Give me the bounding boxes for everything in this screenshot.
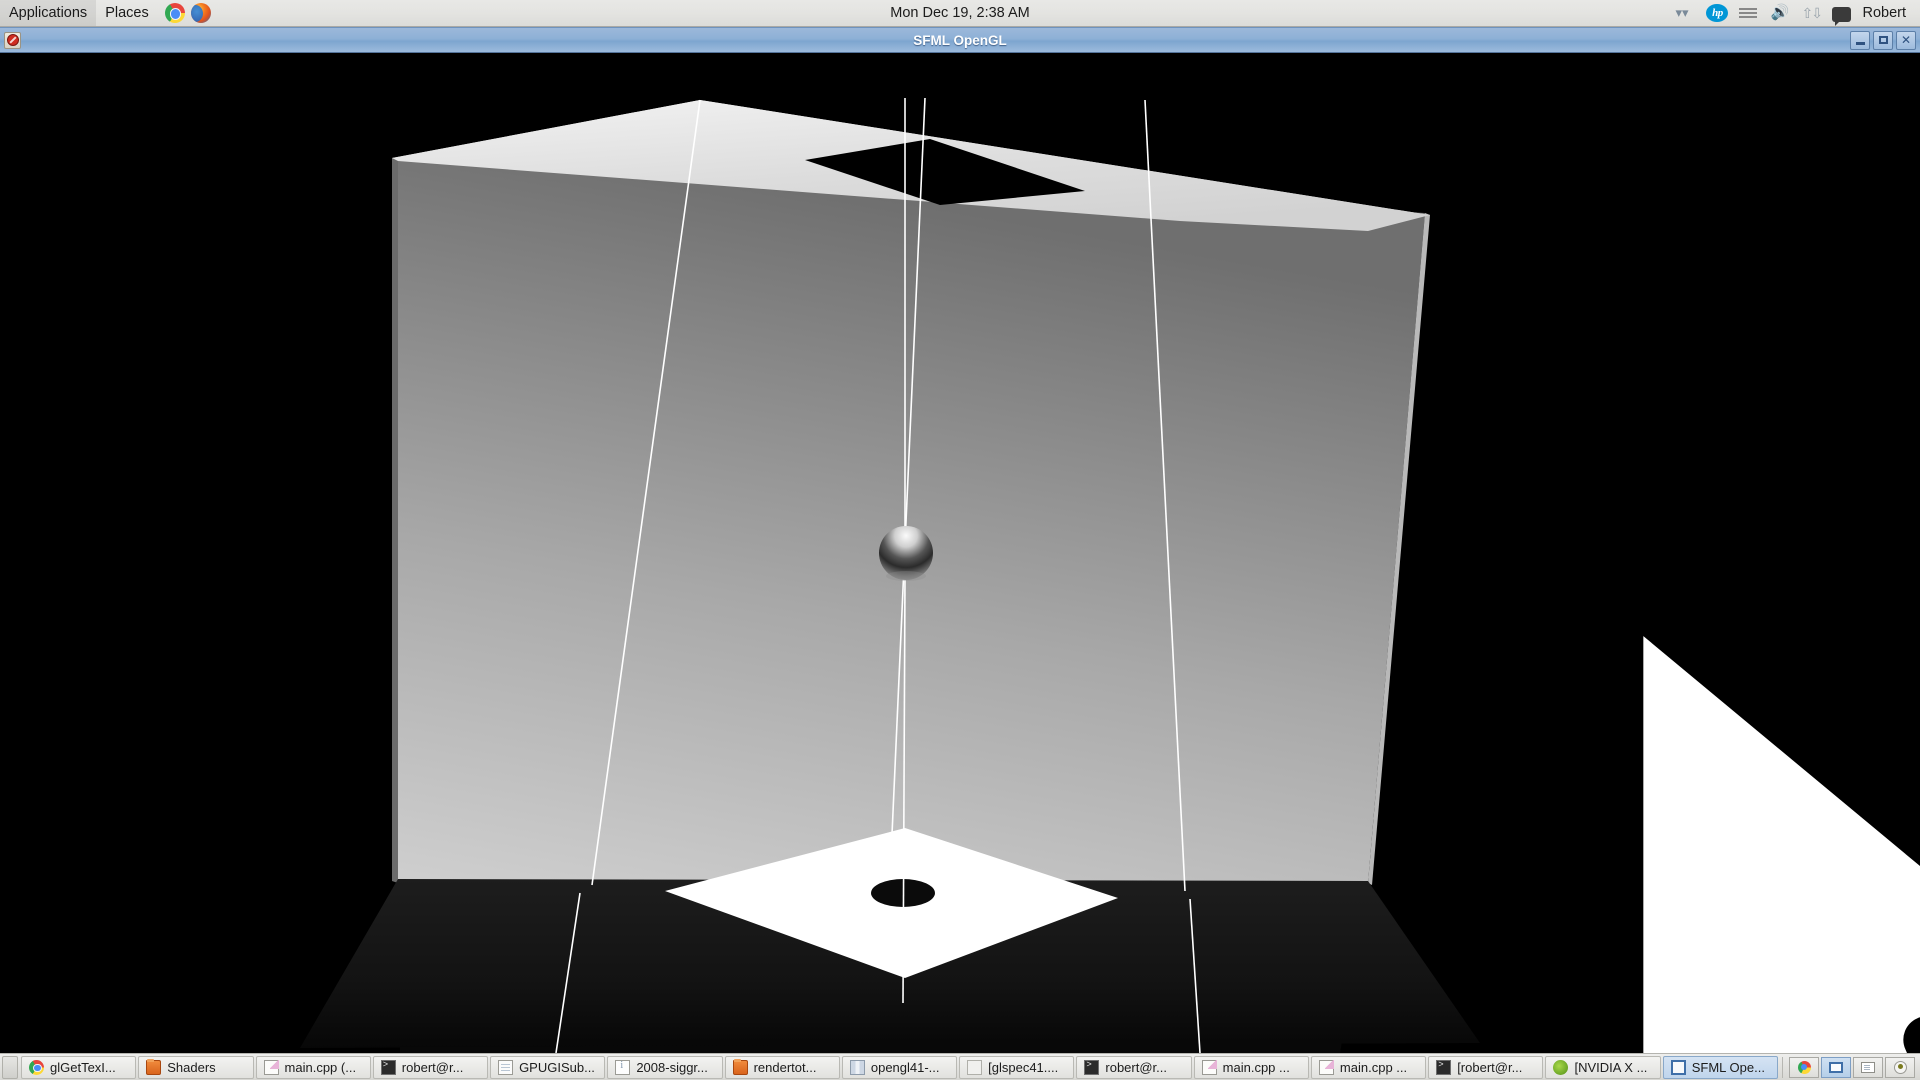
- book-icon: [849, 1059, 865, 1075]
- places-menu[interactable]: Places: [96, 0, 158, 26]
- window-icon: [1670, 1059, 1686, 1075]
- terminal-icon: [1436, 1059, 1452, 1075]
- clock: Mon Dec 19, 2:38 AM: [0, 0, 1920, 26]
- taskbar-item-label: main.cpp ...: [1222, 1059, 1290, 1075]
- taskbar-item-label: robert@r...: [1105, 1059, 1167, 1075]
- firefox-icon[interactable]: [190, 3, 211, 23]
- sphere-contact-shadow: [886, 571, 926, 581]
- window-titlebar[interactable]: SFML OpenGL ✕: [0, 27, 1920, 53]
- speaker-icon[interactable]: 🔊: [1770, 4, 1790, 22]
- taskbar-item[interactable]: main.cpp (...: [255, 1055, 371, 1079]
- window-title: SFML OpenGL: [913, 32, 1007, 48]
- workspace-4[interactable]: [1885, 1056, 1915, 1078]
- taskbar-item-label: 2008-siggr...: [636, 1059, 708, 1075]
- taskbar-item[interactable]: rendertot...: [724, 1055, 840, 1079]
- sfml-opengl-window: SFML OpenGL ✕: [0, 27, 1920, 1053]
- taskbar-item[interactable]: 2008-siggr...: [607, 1055, 723, 1079]
- hp-logo-icon[interactable]: hp: [1706, 4, 1729, 22]
- taskbar-item-label: opengl41-...: [870, 1059, 940, 1075]
- username-label[interactable]: Robert: [1862, 5, 1910, 21]
- panel-launchers: [164, 3, 211, 23]
- top-panel: Applications Places Mon Dec 19, 2:38 AM …: [0, 0, 1920, 27]
- taskbar-item[interactable]: [NVIDIA X ...: [1545, 1055, 1661, 1079]
- terminal-icon: [1084, 1059, 1100, 1075]
- taskbar-item-label: main.cpp ...: [1339, 1059, 1408, 1075]
- chrome-icon: [1797, 1060, 1811, 1074]
- taskbar-item[interactable]: [robert@r...: [1428, 1055, 1544, 1079]
- clock-label[interactable]: Mon Dec 19, 2:38 AM: [890, 5, 1029, 21]
- taskbar-item-label: SFML Ope...: [1691, 1059, 1765, 1075]
- folder-icon: [732, 1058, 748, 1075]
- taskbar-item[interactable]: robert@r...: [372, 1055, 489, 1079]
- taskbar-item-label: [NVIDIA X ...: [1574, 1059, 1648, 1075]
- taskbar-item[interactable]: GPUGISub...: [490, 1055, 606, 1079]
- forbidden-icon[interactable]: [4, 31, 21, 49]
- minimize-button[interactable]: [1850, 30, 1870, 50]
- taskbar-item-label: GPUGISub...: [519, 1059, 595, 1075]
- workspace-switcher: [1782, 1056, 1920, 1078]
- taskbar-item[interactable]: Shaders: [138, 1055, 254, 1079]
- opengl-viewport[interactable]: [0, 53, 1920, 1053]
- applications-menu[interactable]: Applications: [0, 0, 97, 26]
- system-tray: ▾▾ hp 🔊 ⇧⇩ Robert: [1675, 0, 1920, 26]
- editor-icon: [1318, 1059, 1334, 1075]
- folder-icon: [146, 1058, 162, 1075]
- taskbar-item-label: main.cpp (...: [284, 1059, 357, 1075]
- taskbar-item[interactable]: glGetTexI...: [21, 1055, 137, 1079]
- taskbar-item[interactable]: main.cpp ...: [1193, 1055, 1309, 1079]
- chevrons-down-icon[interactable]: ▾▾: [1675, 4, 1695, 22]
- workspace-2[interactable]: [1821, 1056, 1851, 1078]
- taskbar-item[interactable]: [glspec41....: [959, 1055, 1075, 1079]
- taskbar-item-label: glGetTexI...: [50, 1059, 116, 1075]
- bottom-panel: glGetTexI... Shaders main.cpp (... robert@r…: [0, 1053, 1920, 1080]
- taskbar-item[interactable]: SFML Ope...: [1662, 1055, 1778, 1079]
- maximize-button[interactable]: [1873, 30, 1893, 50]
- show-desktop-button[interactable]: [2, 1055, 18, 1079]
- chat-bubble-icon[interactable]: [1832, 6, 1852, 26]
- pdf-icon: [615, 1059, 631, 1075]
- taskbar-item-label: rendertot...: [753, 1059, 817, 1075]
- taskbar-item[interactable]: main.cpp ...: [1310, 1055, 1427, 1079]
- window-list: glGetTexI... Shaders main.cpp (... robert@r…: [21, 1055, 1778, 1079]
- list-lines-icon[interactable]: [1739, 4, 1759, 22]
- taskbar-item-label: Shaders: [167, 1059, 216, 1075]
- nvidia-icon: [1553, 1059, 1569, 1075]
- editor-icon: [1201, 1059, 1217, 1075]
- left-wall: [392, 158, 398, 883]
- document-icon: [1861, 1061, 1875, 1073]
- blank-icon: [967, 1059, 983, 1075]
- window-icon: [1829, 1061, 1843, 1073]
- editor-icon: [263, 1059, 279, 1075]
- taskbar-item[interactable]: opengl41-...: [841, 1055, 958, 1079]
- app-icon: [1893, 1060, 1907, 1074]
- chrome-icon: [29, 1059, 44, 1075]
- taskbar-item-label: robert@r...: [401, 1059, 464, 1075]
- network-arrows-icon[interactable]: ⇧⇩: [1801, 4, 1822, 22]
- back-wall: [398, 158, 1425, 883]
- taskbar-item-label: [glspec41....: [988, 1059, 1059, 1075]
- taskbar-item[interactable]: robert@r...: [1076, 1055, 1192, 1079]
- window-buttons: ✕: [1850, 30, 1920, 50]
- document-icon: [498, 1059, 514, 1075]
- taskbar-item-label: [robert@r...: [1457, 1059, 1523, 1075]
- workspace-1[interactable]: [1789, 1056, 1819, 1078]
- chrome-icon[interactable]: [164, 3, 185, 23]
- close-button[interactable]: ✕: [1896, 30, 1916, 50]
- terminal-icon: [380, 1059, 396, 1075]
- cornell-box-scene: [0, 53, 1920, 1053]
- workspace-3[interactable]: [1853, 1056, 1883, 1078]
